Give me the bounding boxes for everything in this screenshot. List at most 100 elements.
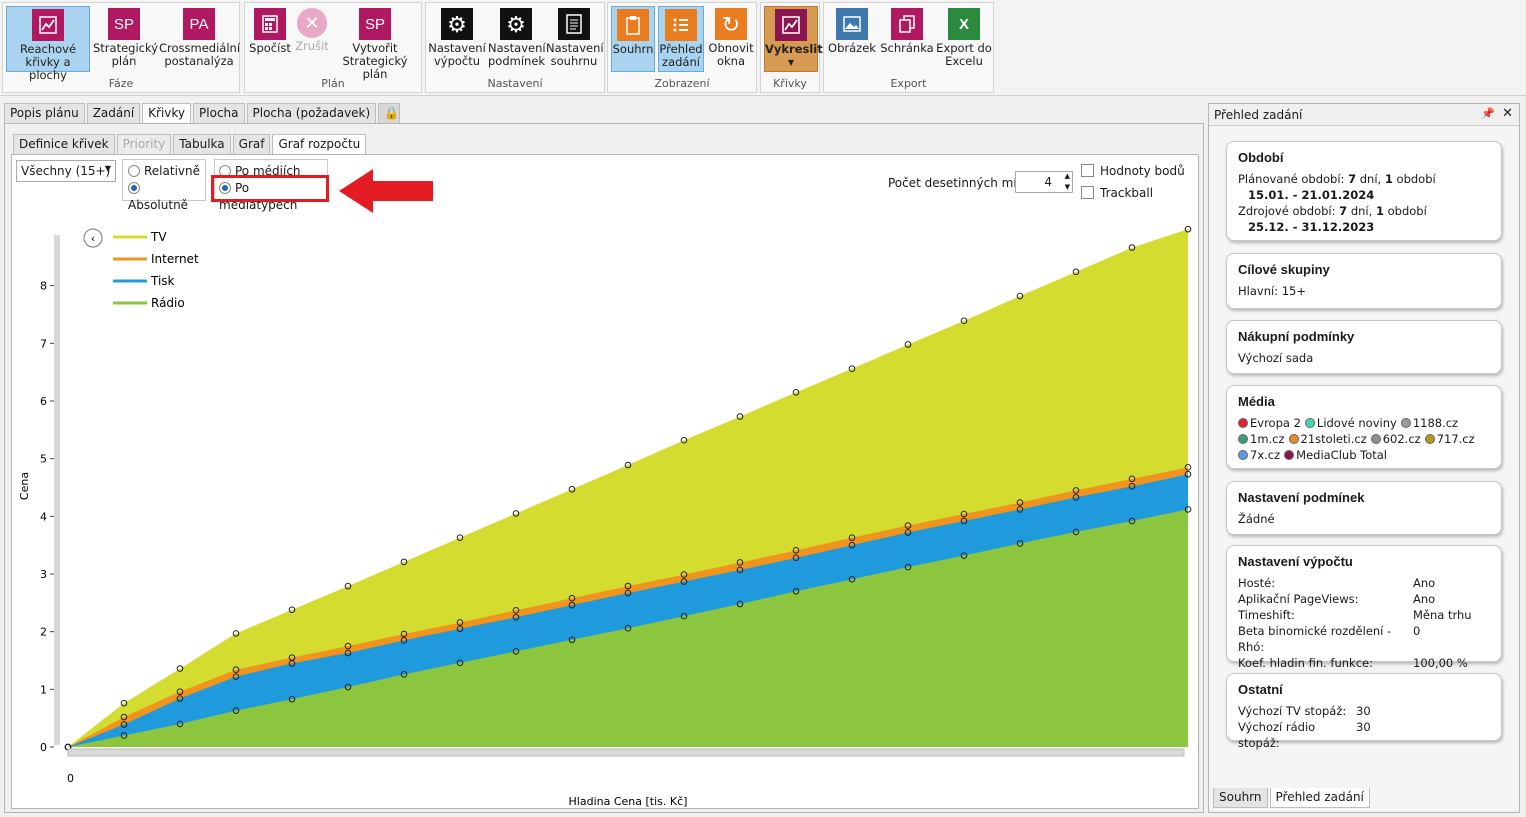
x-axis-label: Hladina Cena [tis. Kč] <box>569 795 688 808</box>
y-axis-label: Cena <box>18 472 31 500</box>
trackball-checkbox[interactable]: Trackball <box>1081 186 1153 200</box>
group-label-nastaveni: Nastavení <box>487 77 543 90</box>
card-title: Nastavení podmínek <box>1238 490 1365 505</box>
card-title: Média <box>1238 394 1275 409</box>
setting-key: Koef. hladin fin. funkce: <box>1238 656 1373 670</box>
x-scrollbar[interactable] <box>67 748 1185 757</box>
draw-button[interactable]: Vykreslit ▼ <box>764 6 823 72</box>
media-color-dot <box>1424 434 1435 444</box>
decimals-label: Počet desetinných míst: <box>888 176 1032 190</box>
tab-zadani[interactable]: Zadání <box>86 103 141 123</box>
calc-settings-button[interactable]: ⚙ Nastavení výpočtu <box>428 6 486 68</box>
summary-button[interactable]: Souhrn <box>611 6 655 72</box>
side-panel-title: Přehled zadání <box>1214 108 1303 122</box>
y-tick-label: 5 <box>40 453 47 466</box>
tab-popis-planu[interactable]: Popis plánu <box>4 103 85 123</box>
tab-souhrn[interactable]: Souhrn <box>1213 788 1268 808</box>
media-item: 1m.cz <box>1238 432 1285 446</box>
document-icon <box>558 8 590 40</box>
tab-krivky[interactable]: Křivky <box>142 103 192 123</box>
tab-definice-krivek[interactable]: Definice křivek <box>13 134 115 154</box>
overview-button[interactable]: Přehled zadání <box>658 6 704 72</box>
crossmedia-button[interactable]: PA Crossmediální postanalýza <box>159 6 240 68</box>
setting-row: Hosté: Ano <box>1238 575 1490 591</box>
point-values-checkbox[interactable]: Hodnoty bodů <box>1081 164 1185 178</box>
gear-icon: ⚙ <box>441 8 473 40</box>
target-group-select[interactable]: Všechny (15+) ▼ <box>16 160 116 182</box>
image-icon <box>836 8 868 40</box>
summary-settings-button[interactable]: Nastavení souhrnu <box>546 6 604 68</box>
tab-tabulka[interactable]: Tabulka <box>173 134 231 154</box>
tab-graf-rozpoctu[interactable]: Graf rozpočtu <box>272 134 367 154</box>
ribbon-group-faze: Reachové křivky a plochy SP Strategický … <box>2 2 240 93</box>
source-range: 25.12. - 31.12.2023 <box>1248 220 1375 234</box>
pin-icon[interactable]: 📌 <box>1481 107 1495 120</box>
lock-icon[interactable]: 🔒 <box>378 103 401 123</box>
source-days: 7 <box>1339 204 1348 218</box>
chevron-down-icon: ▼ <box>787 58 795 67</box>
refresh-windows-button[interactable]: ↻ Obnovit okna <box>707 6 755 68</box>
media-name: 1188.cz <box>1412 416 1459 430</box>
y-tick-label: 2 <box>40 626 47 639</box>
card-title: Ostatní <box>1238 682 1283 697</box>
checkbox-box[interactable] <box>1081 164 1094 177</box>
legend-label: Rádio <box>151 296 185 310</box>
cancel-button[interactable]: ✕ Zrušit <box>295 6 329 53</box>
ribbon-group-export: Obrázek Schránka X Export do Excelu Expo… <box>823 2 994 93</box>
radio-relative[interactable] <box>128 165 140 177</box>
reach-curves-button[interactable]: Reachové křivky a plochy <box>6 6 90 82</box>
y-tick-label: 7 <box>40 337 47 350</box>
card-title: Nastavení výpočtu <box>1238 554 1353 569</box>
card-title: Období <box>1238 150 1284 165</box>
planned-count: 1 <box>1384 172 1393 186</box>
relative-option[interactable]: Relativně <box>128 163 200 180</box>
target-group-value: Všechny (15+) <box>21 164 111 178</box>
media-color-dot <box>1400 418 1411 428</box>
point-values-label: Hodnoty bodů <box>1100 164 1185 178</box>
setting-value: 100,00 % <box>1413 656 1468 670</box>
close-icon[interactable]: ✕ <box>1502 106 1513 121</box>
spin-up-icon[interactable]: ▲ <box>1065 172 1070 180</box>
source-period: Zdrojové období: 7 dní, 1 období <box>1238 203 1490 219</box>
conditions-line: Žádné <box>1238 512 1275 526</box>
clipboard-export-label: Schránka <box>880 41 934 55</box>
conditions-settings-button[interactable]: ⚙ Nastavení podmínek <box>488 6 546 68</box>
clipboard-export-button[interactable]: Schránka <box>880 6 934 55</box>
tab-plocha[interactable]: Plocha <box>193 103 245 123</box>
source-count: 1 <box>1375 204 1384 218</box>
setting-value: Ano <box>1413 592 1436 606</box>
main-tabs: Popis plánu Zadání Křivky Plocha Plocha … <box>4 103 402 123</box>
y-scrollbar[interactable] <box>54 235 60 745</box>
tab-priority[interactable]: Priority <box>116 134 172 154</box>
checkbox-box[interactable] <box>1081 186 1094 199</box>
media-name: 717.cz <box>1436 432 1475 446</box>
media-item: Evropa 2 <box>1238 416 1301 430</box>
planned-count-word: období <box>1396 172 1436 186</box>
tab-prehled-zadani[interactable]: Přehled zadání <box>1269 788 1370 808</box>
strategic-plan-button[interactable]: SP Strategický plán <box>93 6 158 68</box>
tab-plocha-pozadavek[interactable]: Plocha (požadavek) <box>246 103 377 123</box>
compute-button[interactable]: Spočíst <box>247 6 293 55</box>
card-nakupni-podminky: Nákupní podmínky Výchozí sada <box>1226 320 1502 374</box>
excel-export-button[interactable]: X Export do Excelu <box>936 6 992 68</box>
refresh-icon: ↻ <box>715 8 747 40</box>
ribbon-group-zobrazeni: Souhrn Přehled zadání ↻ Obnovit okna Zob… <box>607 2 757 93</box>
calculator-icon <box>254 8 286 40</box>
radio-absolute[interactable] <box>128 182 140 194</box>
setting-key: Beta binomické rozdělení - Rhó: <box>1238 624 1392 654</box>
media-name: Lidové noviny <box>1316 416 1397 430</box>
y-tick-label: 8 <box>40 280 47 293</box>
media-color-dot <box>1238 418 1248 428</box>
decimals-input[interactable]: 4 ▲ ▼ <box>1015 171 1073 193</box>
chart-icon <box>32 9 64 41</box>
create-strategic-plan-button[interactable]: SP Vytvořit Strategický plán <box>331 6 419 81</box>
tab-graf[interactable]: Graf <box>232 134 271 154</box>
media-item: 717.cz <box>1424 432 1475 446</box>
x-tick-label: 0 <box>67 772 74 785</box>
image-export-button[interactable]: Obrázek <box>827 6 877 55</box>
side-bottom-tabs: Souhrn Přehled zadání <box>1213 788 1372 808</box>
spin-down-icon[interactable]: ▼ <box>1065 183 1070 191</box>
calc-settings-rows: Hosté: Ano Aplikační PageViews: Ano Timeshif… <box>1238 575 1490 671</box>
legend-collapse-button[interactable]: ‹ <box>83 228 103 248</box>
chart-legend: TV Internet Tisk Rádio <box>113 230 199 310</box>
